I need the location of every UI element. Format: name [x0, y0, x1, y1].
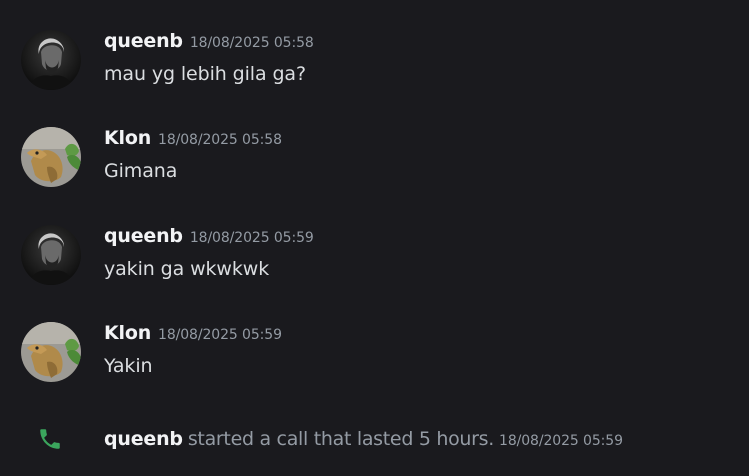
timestamp: 18/08/2025 05:58 — [189, 35, 314, 51]
message-item: queenb 18/08/2025 05:58 mau yg lebih gila… — [0, 30, 749, 100]
message-item: queenb 18/08/2025 05:59 yakin ga wkwkwk — [0, 225, 749, 295]
message-header: Klon 18/08/2025 05:59 — [104, 322, 282, 346]
timestamp: 18/08/2025 05:59 — [499, 433, 623, 449]
call-description: started a call that lasted 5 hours. — [187, 428, 495, 450]
timestamp: 18/08/2025 05:59 — [189, 230, 314, 246]
timestamp: 18/08/2025 05:59 — [158, 327, 282, 343]
message-header: Klon 18/08/2025 05:58 — [104, 127, 282, 151]
chat-log: queenb 18/08/2025 05:58 mau yg lebih gila… — [0, 0, 749, 476]
timestamp: 18/08/2025 05:58 — [158, 132, 282, 148]
username[interactable]: queenb — [104, 428, 183, 450]
dark-portrait-avatar[interactable] — [21, 30, 81, 90]
message-header: queenb 18/08/2025 05:59 — [104, 225, 314, 249]
call-system-message: queenb started a call that lasted 5 hours… — [0, 424, 749, 454]
message-content: Yakin — [104, 355, 153, 377]
message-content: Gimana — [104, 160, 178, 182]
phone-icon — [37, 426, 63, 452]
username[interactable]: queenb — [104, 30, 183, 52]
dinosaur-avatar[interactable] — [21, 127, 81, 187]
message-content: mau yg lebih gila ga? — [104, 63, 306, 85]
username[interactable]: queenb — [104, 225, 183, 247]
call-system-text: queenb started a call that lasted 5 hours… — [104, 427, 623, 453]
username[interactable]: Klon — [104, 322, 151, 344]
dark-portrait-avatar[interactable] — [21, 225, 81, 285]
dinosaur-avatar[interactable] — [21, 322, 81, 382]
message-content: yakin ga wkwkwk — [104, 258, 270, 280]
message-item: Klon 18/08/2025 05:58 Gimana — [0, 127, 749, 197]
username[interactable]: Klon — [104, 127, 151, 149]
message-header: queenb 18/08/2025 05:58 — [104, 30, 314, 54]
message-item: Klon 18/08/2025 05:59 Yakin — [0, 322, 749, 392]
